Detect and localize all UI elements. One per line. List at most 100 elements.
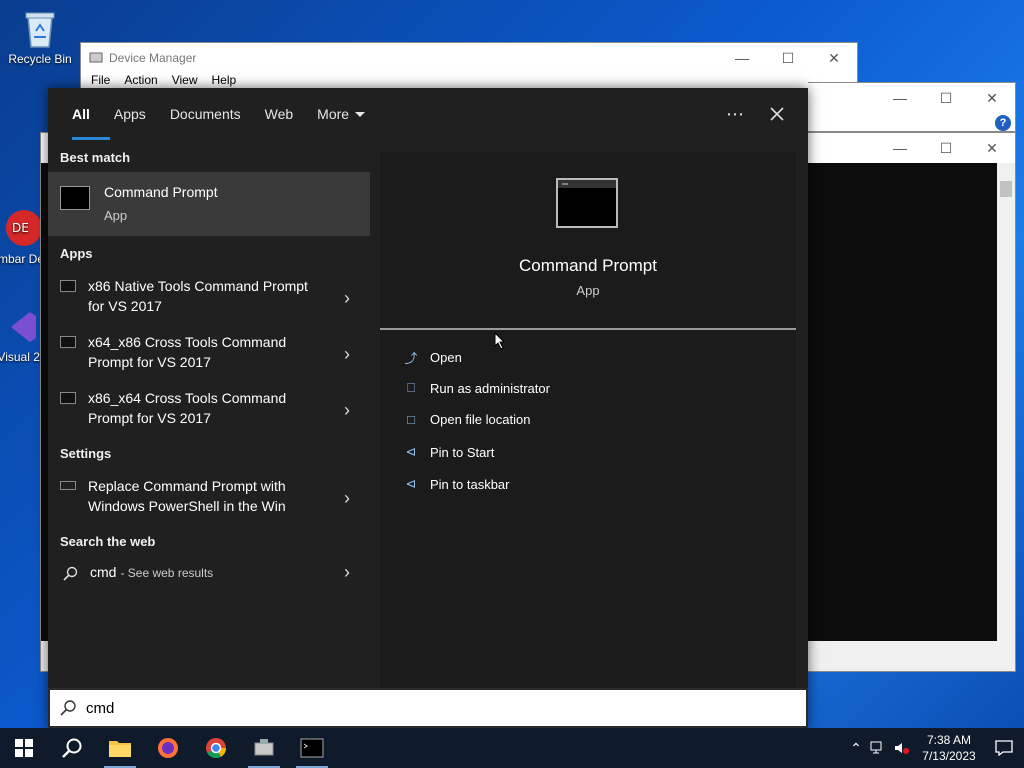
settings-display-icon [60,481,76,490]
network-icon[interactable] [866,741,890,755]
console-app-icon [60,280,76,292]
menu-file[interactable]: File [91,73,110,87]
volume-muted-icon[interactable] [890,741,914,755]
folder-icon [109,741,131,757]
start-button[interactable] [0,728,48,768]
list-item-label: x86 Native Tools Command Prompt for VS 2… [88,278,308,314]
minimize-button[interactable]: — [719,43,765,73]
web-suffix: - See web results [120,566,214,580]
section-web: Search the web [60,534,156,549]
taskbar-firefox[interactable] [144,728,192,768]
visual-studio-icon [2,306,42,348]
action-run-as-admin[interactable]: ⎕ Run as administrator [402,380,550,396]
action-open-file-location[interactable]: □ Open file location [402,412,530,427]
web-search-item[interactable]: cmd - See web results › [48,562,370,588]
web-query: cmd [90,564,117,580]
clock[interactable]: 7:38 AM 7/13/2023 [914,732,984,764]
taskbar-file-explorer[interactable] [96,728,144,768]
background-window[interactable]: — ☐ ✕ ? [808,82,1016,132]
tab-web[interactable]: Web [253,88,306,140]
maximize-button[interactable]: ☐ [923,83,969,113]
search-input[interactable] [86,699,686,717]
taskbar-chrome[interactable] [192,728,240,768]
menu-action[interactable]: Action [124,73,157,87]
notifications-icon[interactable] [984,740,1024,756]
pin-icon: ⊲ [405,444,417,459]
search-button[interactable] [48,728,96,768]
help-icon[interactable]: ? [995,115,1011,131]
best-match-name: Command Prompt [104,184,218,200]
list-item[interactable]: x86_x64 Cross Tools Command Prompt for V… [48,388,370,428]
pin-icon: ⊲ [405,476,417,491]
preview-name: Command Prompt [519,256,657,275]
tab-more-label: More [317,106,350,122]
action-label: Open file location [430,412,531,427]
chrome-icon [206,738,227,759]
command-prompt-icon [60,186,90,210]
action-label: Pin to Start [430,444,495,460]
section-best-match: Best match [60,150,131,165]
best-match-item[interactable]: Command Prompt App [48,172,370,236]
close-icon[interactable] [756,88,798,140]
search-icon [62,566,78,587]
close-button[interactable]: ✕ [969,133,1015,163]
embarcadero-icon: DE [2,208,42,250]
more-options-icon[interactable]: ⋯ [714,88,756,140]
recycle-bin-icon [20,8,60,50]
open-icon: ⤴ [404,351,418,366]
svg-text:DE: DE [12,221,29,235]
list-item[interactable]: x64_x86 Cross Tools Command Prompt for V… [48,332,370,372]
clock-date: 7/13/2023 [922,749,976,763]
vertical-scrollbar[interactable] [997,163,1015,641]
minimize-button[interactable]: — [877,133,923,163]
minimize-button[interactable]: — [877,83,923,113]
search-panel: All Apps Documents Web More ⋯ Best match… [48,88,808,728]
tab-documents[interactable]: Documents [158,88,253,140]
scroll-thumb[interactable] [1000,181,1012,197]
taskbar-command-prompt[interactable] [288,728,336,768]
list-item-label: x86_x64 Cross Tools Command Prompt for V… [88,390,287,426]
list-item-label: Replace Command Prompt with Windows Powe… [88,478,286,514]
taskbar-device-manager[interactable] [240,728,288,768]
action-pin-to-taskbar[interactable]: ⊲ Pin to taskbar [402,476,510,492]
menu-help[interactable]: Help [212,73,237,87]
shield-icon: ⎕ [407,380,415,395]
device-manager-icon [89,50,103,67]
preview-type: App [576,283,600,298]
action-open[interactable]: ⤴ Open [402,348,462,367]
action-label: Run as administrator [430,380,550,396]
close-button[interactable]: ✕ [811,43,857,73]
command-prompt-icon [300,738,324,758]
chevron-right-icon[interactable]: › [344,288,350,309]
menu-view[interactable]: View [172,73,198,87]
chevron-right-icon[interactable]: › [344,562,350,583]
file-location-icon: □ [407,412,415,427]
maximize-button[interactable]: ☐ [765,43,811,73]
chevron-right-icon[interactable]: › [344,488,350,509]
desktop-icon-recycle-bin[interactable]: Recycle Bin [0,8,80,66]
list-item[interactable]: x86 Native Tools Command Prompt for VS 2… [48,276,370,316]
chevron-right-icon[interactable]: › [344,400,350,421]
desktop-icon-label: Recycle Bin [8,52,72,66]
mouse-cursor-icon [494,331,506,355]
list-item[interactable]: Replace Command Prompt with Windows Powe… [48,476,370,516]
action-label: Pin to taskbar [430,476,510,492]
close-button[interactable]: ✕ [969,83,1015,113]
maximize-button[interactable]: ☐ [923,133,969,163]
console-app-icon [60,392,76,404]
background-window-titlebar: — ☐ ✕ [808,83,1015,113]
chevron-right-icon[interactable]: › [344,344,350,365]
chevron-up-icon[interactable]: ⌃ [846,740,866,757]
tab-more[interactable]: More [305,88,377,140]
search-box[interactable] [48,688,808,728]
search-icon [50,699,86,717]
action-label: Open [430,350,462,365]
search-icon [62,738,82,758]
tab-apps[interactable]: Apps [102,88,158,140]
device-manager-titlebar[interactable]: Device Manager — ☐ ✕ [81,43,857,73]
menu-bar: File Action View Help [81,73,857,87]
window-title: Device Manager [109,51,197,65]
action-pin-to-start[interactable]: ⊲ Pin to Start [402,444,495,460]
tab-all[interactable]: All [60,88,110,140]
divider [380,328,796,330]
